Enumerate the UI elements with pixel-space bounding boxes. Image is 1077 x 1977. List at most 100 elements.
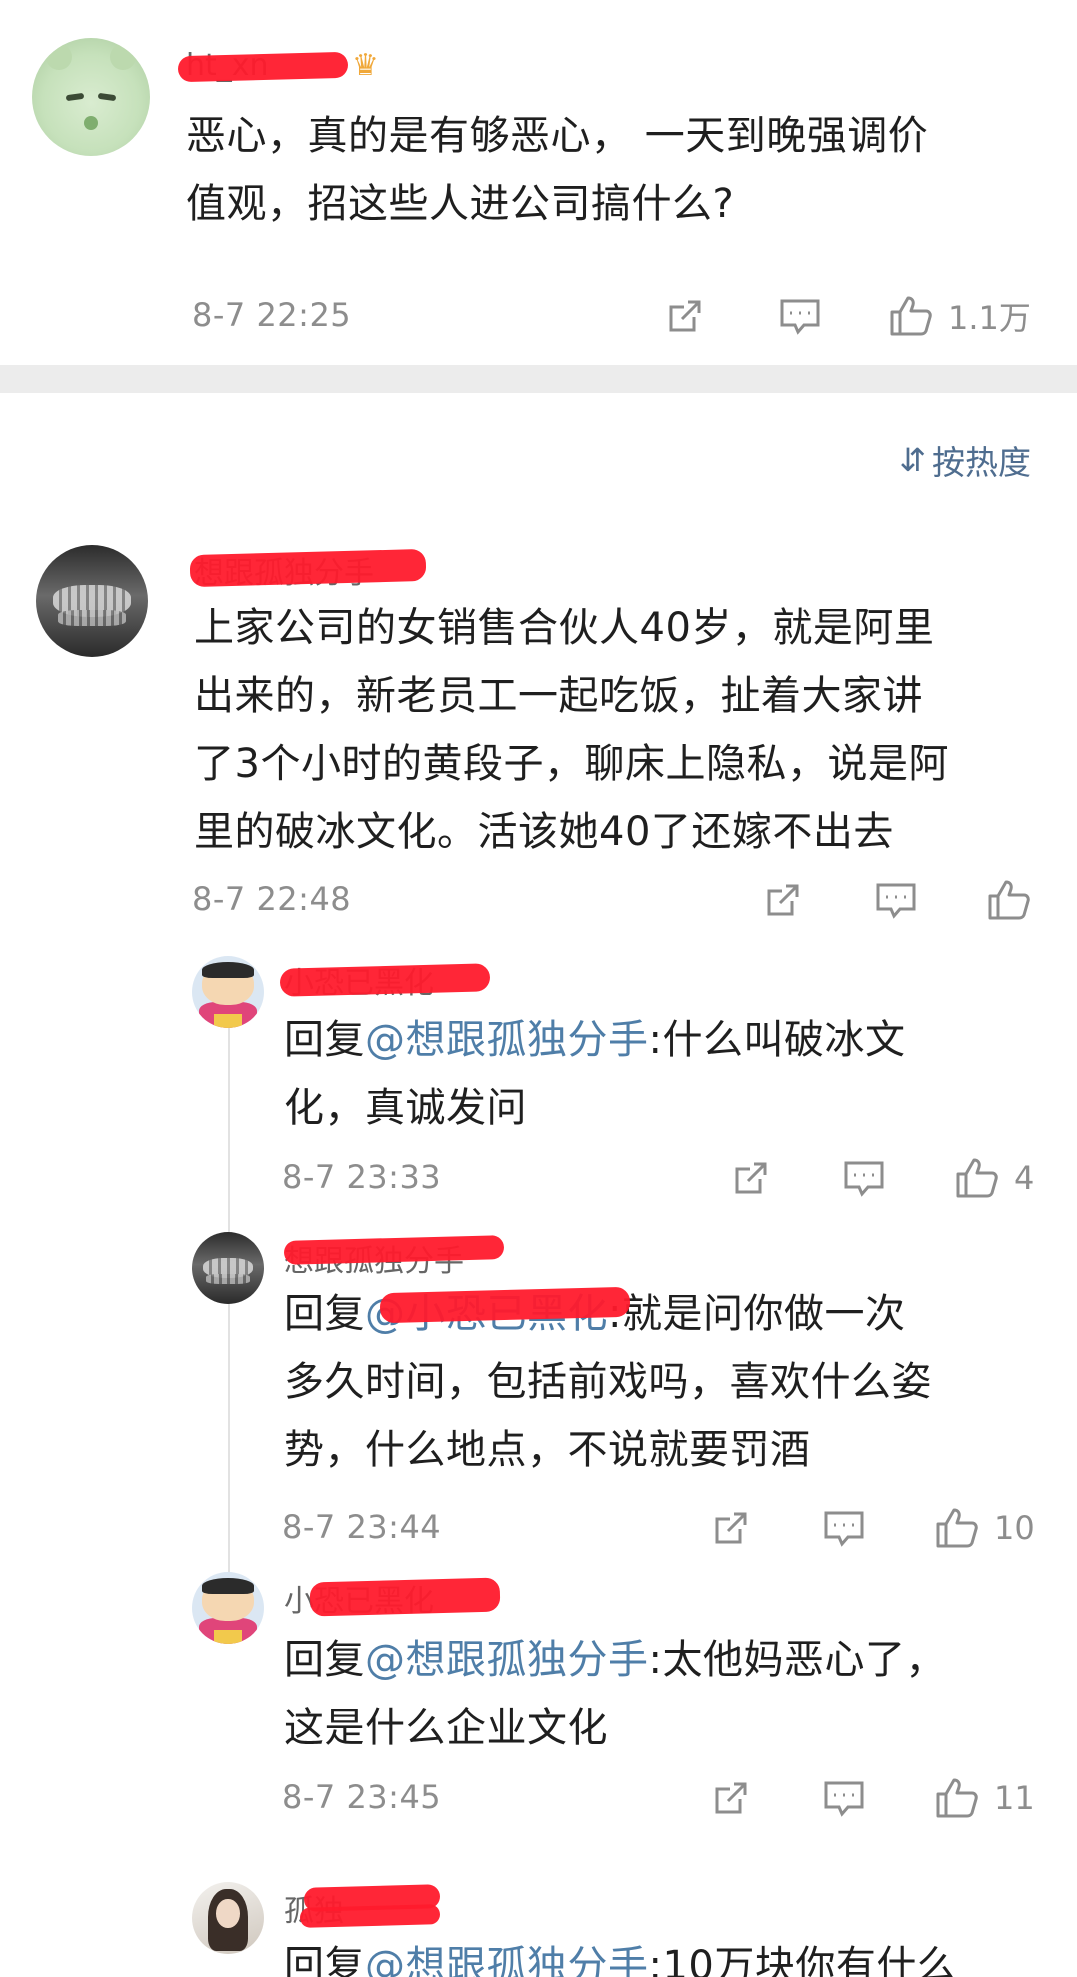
reply-meta: 8-7 23:33 4 — [282, 1156, 1042, 1200]
comment-line: 里的破冰文化。活该她40了还嫁不出去 — [194, 809, 894, 855]
avatar-image — [202, 961, 254, 978]
reply-body: :就是问你做一次 — [608, 1291, 906, 1337]
like-count: 11 — [994, 1779, 1035, 1817]
share-button[interactable] — [730, 1156, 772, 1200]
avatar[interactable] — [36, 545, 148, 657]
comment-line: 出来的，新老员工一起吃饭，扯着大家讲 — [194, 673, 923, 719]
share-button[interactable] — [664, 294, 706, 338]
share-icon — [715, 1512, 747, 1544]
redaction-mark — [177, 51, 349, 83]
sort-icon: ⇵ — [899, 441, 926, 479]
reply-prefix: 回复 — [284, 1017, 365, 1063]
avatar[interactable] — [192, 1572, 264, 1644]
share-icon — [767, 884, 799, 916]
reply-body: :什么叫破冰文 — [648, 1017, 906, 1063]
timestamp: 8-7 23:45 — [282, 1778, 442, 1816]
like-button[interactable]: 4 — [954, 1156, 1034, 1200]
top-comment-card: ht_xn ♛ 恶心，真的是有够恶心， 一天到晚强调价 值观，招这些人进公司搞什… — [0, 0, 1077, 365]
avatar[interactable] — [192, 1232, 264, 1304]
redaction-mark — [189, 548, 427, 588]
share-button[interactable] — [710, 1506, 752, 1550]
comment-icon — [780, 299, 820, 335]
like-count: 1.1万 — [948, 299, 1031, 337]
share-icon — [715, 1782, 747, 1814]
avatar-eye — [97, 92, 117, 102]
like-button[interactable]: 1.1万 — [888, 294, 1031, 338]
like-count: 10 — [994, 1509, 1035, 1547]
like-button[interactable] — [986, 878, 1046, 922]
redaction-mark — [299, 1904, 441, 1928]
reply-meta: 8-7 23:44 10 — [282, 1506, 1042, 1550]
comment-text: 上家公司的女销售合伙人40岁，就是阿里 出来的，新老员工一起吃饭，扯着大家讲 了… — [194, 594, 1054, 866]
avatar-image — [202, 1577, 254, 1594]
user-name[interactable]: ht_xn ♛ — [177, 48, 406, 88]
comment-button[interactable] — [822, 1776, 866, 1820]
reply-prefix: 回复 — [284, 1291, 365, 1337]
comment-text: 恶心，真的是有够恶心， 一天到晚强调价 值观，招这些人进公司搞什么? — [186, 102, 1046, 238]
reply-line: 回复@想跟孤独分手:太他妈恶心了， — [284, 1626, 1054, 1694]
thumbs-up-icon — [890, 296, 932, 336]
like-button[interactable]: 10 — [934, 1506, 1035, 1550]
reply-body: :10万块你有什么 — [648, 1943, 958, 1977]
reply-prefix: 回复 — [284, 1637, 365, 1683]
comment-button[interactable] — [778, 294, 822, 338]
comment-icon — [824, 1511, 864, 1547]
comment-button[interactable] — [822, 1506, 866, 1550]
avatar-mouth — [84, 116, 98, 130]
sort-dropdown[interactable]: ⇵ 按热度 — [899, 438, 1031, 482]
avatar-ear — [110, 44, 136, 70]
reply-line: 多久时间，包括前戏吗，喜欢什么姿 — [284, 1359, 932, 1405]
avatar-eye — [65, 92, 85, 102]
avatar-image — [213, 1013, 243, 1028]
thumbs-up-icon — [936, 1778, 978, 1818]
comment-button[interactable] — [874, 878, 918, 922]
timestamp: 8-7 23:44 — [282, 1508, 442, 1546]
thumbs-up-icon — [956, 1158, 998, 1198]
reply-prefix: 回复 — [284, 1943, 365, 1977]
share-icon — [735, 1162, 767, 1194]
comment-line: 恶心，真的是有够恶心， 一天到晚强调价 — [186, 113, 929, 159]
avatar-image — [58, 609, 126, 626]
like-count: 4 — [1014, 1159, 1035, 1197]
reply-text: 回复@想跟孤独分手:太他妈恶心了， 这是什么企业文化 — [284, 1626, 1054, 1762]
reply-text: 回复@想跟孤独分手:什么叫破冰文 化，真诚发问 — [284, 1006, 1054, 1142]
timestamp: 8-7 22:25 — [192, 296, 352, 334]
thumbs-up-icon — [936, 1508, 978, 1548]
timestamp: 8-7 22:48 — [192, 880, 352, 918]
avatar-image — [213, 1629, 243, 1644]
reply-meta: 8-7 23:45 11 — [282, 1776, 1042, 1820]
reply-line: 化，真诚发问 — [284, 1085, 527, 1131]
mention-link[interactable]: @想跟孤独分手 — [365, 1637, 649, 1683]
comment-line: 上家公司的女销售合伙人40岁，就是阿里 — [194, 605, 935, 651]
reply-line: 势，什么地点，不说就要罚酒 — [284, 1427, 811, 1473]
user-name[interactable]: 小恐已黑化 — [284, 1576, 524, 1619]
mention-link[interactable]: @想跟孤独分手 — [365, 1017, 649, 1063]
avatar-ear — [46, 44, 72, 70]
redaction-mark — [283, 1235, 505, 1265]
share-button[interactable] — [762, 878, 804, 922]
user-name[interactable]: 小恐已黑化 — [279, 958, 524, 1001]
comment-icon — [844, 1161, 884, 1197]
mention-link[interactable]: @想跟孤独分手 — [365, 1943, 649, 1977]
reply-body: :太他妈恶心了， — [648, 1637, 946, 1683]
reply-line: 回复@想跟孤独分手:10万块你有什么 — [284, 1932, 1054, 1977]
user-name[interactable]: 想跟孤独分手 — [189, 548, 454, 591]
avatar-image — [206, 1273, 250, 1284]
comment-meta: 8-7 22:48 — [192, 878, 1042, 922]
comment-meta: 8-7 22:25 1.1万 — [192, 294, 1042, 338]
like-button[interactable]: 11 — [934, 1776, 1035, 1820]
sort-label: 按热度 — [932, 443, 1031, 482]
comment-line: 了3个小时的黄段子，聊床上隐私，说是阿 — [194, 741, 949, 787]
user-name[interactable]: 想跟孤独分手 — [283, 1235, 524, 1279]
comment-button[interactable] — [842, 1156, 886, 1200]
avatar[interactable] — [192, 956, 264, 1028]
timestamp: 8-7 23:33 — [282, 1158, 442, 1196]
user-name[interactable]: 孤独 — [284, 1884, 524, 1929]
avatar[interactable] — [192, 1882, 264, 1954]
redaction-mark — [309, 1577, 501, 1617]
comment-icon — [876, 883, 916, 919]
share-button[interactable] — [710, 1776, 752, 1820]
share-icon — [669, 300, 701, 332]
section-divider — [0, 365, 1077, 393]
avatar[interactable] — [32, 38, 150, 156]
